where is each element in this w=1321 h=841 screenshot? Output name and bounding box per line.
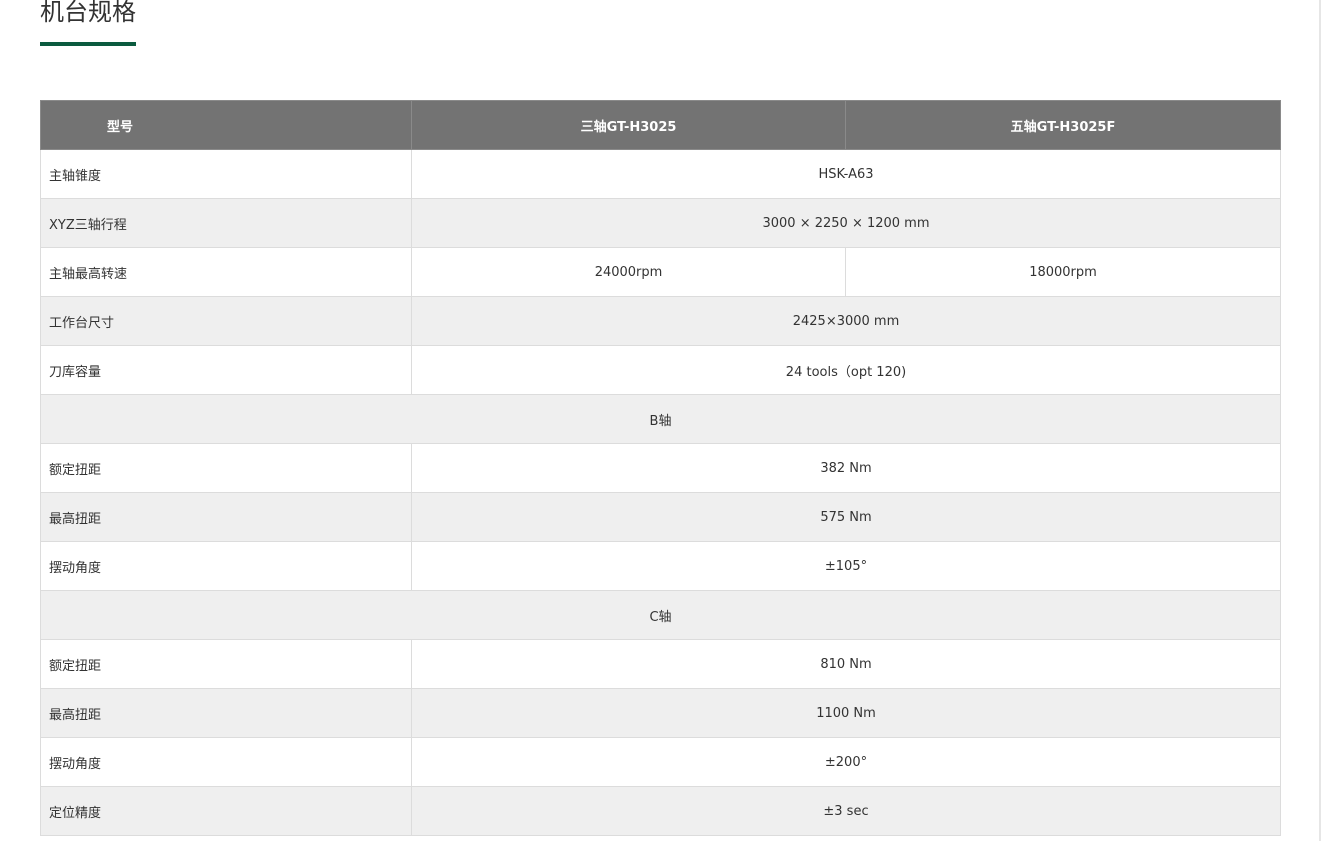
table-row: 额定扭距 810 Nm: [40, 639, 1281, 689]
row-label: 额定扭距: [40, 443, 412, 493]
section-label: B轴: [40, 394, 1281, 444]
header-model: 型号: [40, 100, 412, 150]
row-value: 3000 × 2250 × 1200 mm: [411, 198, 1281, 248]
page-title: 机台规格: [40, 0, 136, 26]
table-row: 最高扭距 575 Nm: [40, 492, 1281, 542]
table-row: 定位精度 ±3 sec: [40, 786, 1281, 836]
table-row: XYZ三轴行程 3000 × 2250 × 1200 mm: [40, 198, 1281, 248]
row-value: ±105°: [411, 541, 1281, 591]
table-row: 主轴锥度 HSK-A63: [40, 149, 1281, 199]
row-value: 24 tools（opt 120): [411, 345, 1281, 395]
header-five-axis: 五轴GT-H3025F: [845, 100, 1281, 150]
section-row-c-axis: C轴: [40, 590, 1281, 640]
title-underline: [40, 42, 136, 46]
row-label: 最高扭距: [40, 492, 412, 542]
row-label: 主轴锥度: [40, 149, 412, 199]
row-label: 刀库容量: [40, 345, 412, 395]
spec-table: 型号 三轴GT-H3025 五轴GT-H3025F 主轴锥度 HSK-A63 X…: [40, 100, 1281, 836]
row-value: 810 Nm: [411, 639, 1281, 689]
table-row: 刀库容量 24 tools（opt 120): [40, 345, 1281, 395]
table-row: 工作台尺寸 2425×3000 mm: [40, 296, 1281, 346]
table-row: 主轴最高转速 24000rpm 18000rpm: [40, 247, 1281, 297]
row-label: XYZ三轴行程: [40, 198, 412, 248]
row-value-five-axis: 18000rpm: [845, 247, 1281, 297]
header-three-axis: 三轴GT-H3025: [411, 100, 846, 150]
row-value: 2425×3000 mm: [411, 296, 1281, 346]
row-value: ±200°: [411, 737, 1281, 787]
row-label: 定位精度: [40, 786, 412, 836]
row-label: 最高扭距: [40, 688, 412, 738]
row-label: 主轴最高转速: [40, 247, 412, 297]
row-value: 1100 Nm: [411, 688, 1281, 738]
row-value: HSK-A63: [411, 149, 1281, 199]
row-label: 摆动角度: [40, 541, 412, 591]
row-value: 575 Nm: [411, 492, 1281, 542]
section-row-b-axis: B轴: [40, 394, 1281, 444]
section-label: C轴: [40, 590, 1281, 640]
row-value: 382 Nm: [411, 443, 1281, 493]
row-label: 额定扭距: [40, 639, 412, 689]
table-row: 额定扭距 382 Nm: [40, 443, 1281, 493]
row-value: ±3 sec: [411, 786, 1281, 836]
spec-page: 机台规格 型号 三轴GT-H3025 五轴GT-H3025F 主轴锥度 HSK-…: [0, 0, 1321, 841]
table-row: 摆动角度 ±105°: [40, 541, 1281, 591]
table-row: 摆动角度 ±200°: [40, 737, 1281, 787]
table-row: 最高扭距 1100 Nm: [40, 688, 1281, 738]
row-label: 工作台尺寸: [40, 296, 412, 346]
row-value-three-axis: 24000rpm: [411, 247, 846, 297]
table-header-row: 型号 三轴GT-H3025 五轴GT-H3025F: [40, 100, 1281, 150]
row-label: 摆动角度: [40, 737, 412, 787]
